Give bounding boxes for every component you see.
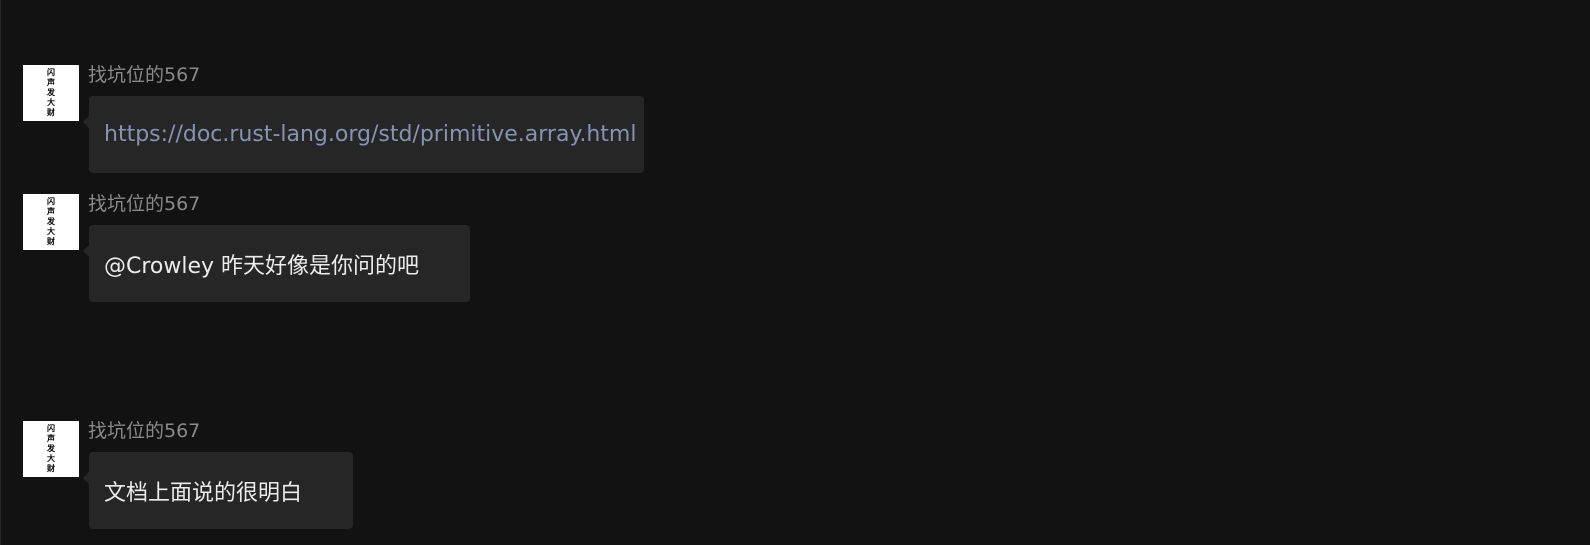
sender-name[interactable]: 找坑位的567: [88, 192, 200, 216]
avatar-label: 闪声发大财: [47, 197, 55, 246]
chat-message-list: 闪声发大财 找坑位的567 https://doc.rust-lang.org/…: [0, 0, 1590, 545]
avatar[interactable]: 闪声发大财: [23, 421, 79, 477]
message-text: 文档上面说的很明白: [104, 480, 303, 506]
avatar[interactable]: 闪声发大财: [23, 65, 79, 121]
message-text: @Crowley 昨天好像是你问的吧: [104, 253, 420, 279]
message-link[interactable]: https://doc.rust-lang.org/std/primitive.…: [104, 122, 636, 147]
message-bubble[interactable]: 文档上面说的很明白: [83, 452, 353, 529]
avatar-label: 闪声发大财: [47, 424, 55, 473]
sender-name[interactable]: 找坑位的567: [88, 419, 200, 443]
message-bubble[interactable]: https://doc.rust-lang.org/std/primitive.…: [83, 96, 644, 173]
avatar-label: 闪声发大财: [47, 68, 55, 117]
message-bubble[interactable]: @Crowley 昨天好像是你问的吧: [83, 225, 470, 302]
avatar[interactable]: 闪声发大财: [23, 194, 79, 250]
sender-name[interactable]: 找坑位的567: [88, 63, 200, 87]
